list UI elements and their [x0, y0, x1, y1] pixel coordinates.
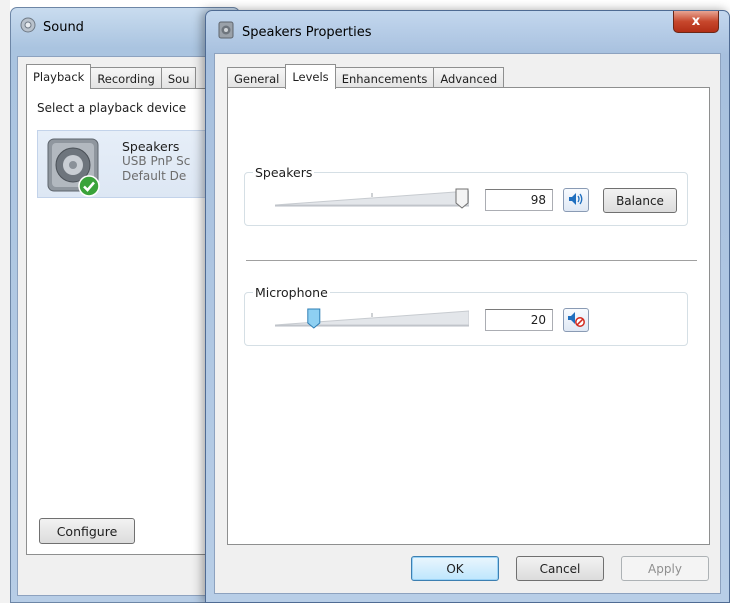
properties-tabs: General Levels Enhancements Advanced	[227, 64, 505, 89]
levels-panel: Speakers 98 Balance Microphone 20	[227, 87, 710, 545]
tab-advanced[interactable]: Advanced	[433, 67, 505, 89]
sound-window-title: Sound	[43, 19, 84, 35]
speakers-volume-slider[interactable]	[275, 187, 469, 209]
microphone-slider-thumb[interactable]	[307, 308, 321, 329]
speakers-mute-button[interactable]	[563, 188, 589, 212]
cancel-button[interactable]: Cancel	[516, 556, 604, 581]
speakers-level-group: Speakers 98 Balance	[244, 165, 688, 226]
sound-app-icon	[19, 16, 37, 38]
microphone-mute-button[interactable]	[563, 308, 589, 332]
desktop-background	[0, 0, 10, 603]
close-icon: x	[691, 14, 701, 29]
speaker-muted-icon	[567, 311, 585, 330]
sound-tabs: Playback Recording Sou	[26, 64, 197, 89]
ok-button[interactable]: OK	[411, 556, 499, 581]
device-name: Speakers	[122, 139, 180, 154]
microphone-volume-slider[interactable]	[275, 307, 469, 329]
tab-playback[interactable]: Playback	[26, 64, 92, 89]
speakers-level-label: Speakers	[253, 165, 315, 180]
levels-separator	[246, 260, 697, 261]
speakers-properties-window: Speakers Properties x General Levels Enh…	[205, 10, 730, 603]
close-button[interactable]: x	[673, 11, 719, 33]
tab-general[interactable]: General	[227, 67, 287, 89]
properties-window-title: Speakers Properties	[242, 24, 372, 40]
properties-body: General Levels Enhancements Advanced Spe…	[214, 53, 721, 594]
sound-titlebar: Sound	[19, 16, 84, 38]
speaker-small-icon	[218, 21, 234, 43]
playback-instruction: Select a playback device	[37, 101, 187, 115]
tab-recording[interactable]: Recording	[90, 67, 162, 89]
balance-button[interactable]: Balance	[603, 188, 677, 213]
microphone-level-group: Microphone 20	[244, 285, 688, 346]
tab-levels[interactable]: Levels	[285, 64, 336, 89]
properties-titlebar: Speakers Properties	[218, 21, 371, 43]
microphone-level-input[interactable]: 20	[485, 309, 553, 331]
device-description: USB PnP Sc	[122, 154, 191, 168]
device-status: Default De	[122, 169, 187, 183]
default-check-icon	[78, 175, 100, 200]
apply-button[interactable]: Apply	[621, 556, 709, 581]
microphone-level-label: Microphone	[253, 285, 330, 300]
speakers-slider-thumb[interactable]	[455, 188, 469, 209]
device-text: Speakers USB PnP Sc Default De	[122, 139, 190, 184]
tab-sounds[interactable]: Sou	[160, 67, 197, 89]
speakers-level-input[interactable]: 98	[485, 189, 553, 211]
speaker-on-icon	[568, 192, 584, 209]
configure-button[interactable]: Configure	[39, 518, 135, 544]
tab-enhancements[interactable]: Enhancements	[334, 67, 435, 89]
